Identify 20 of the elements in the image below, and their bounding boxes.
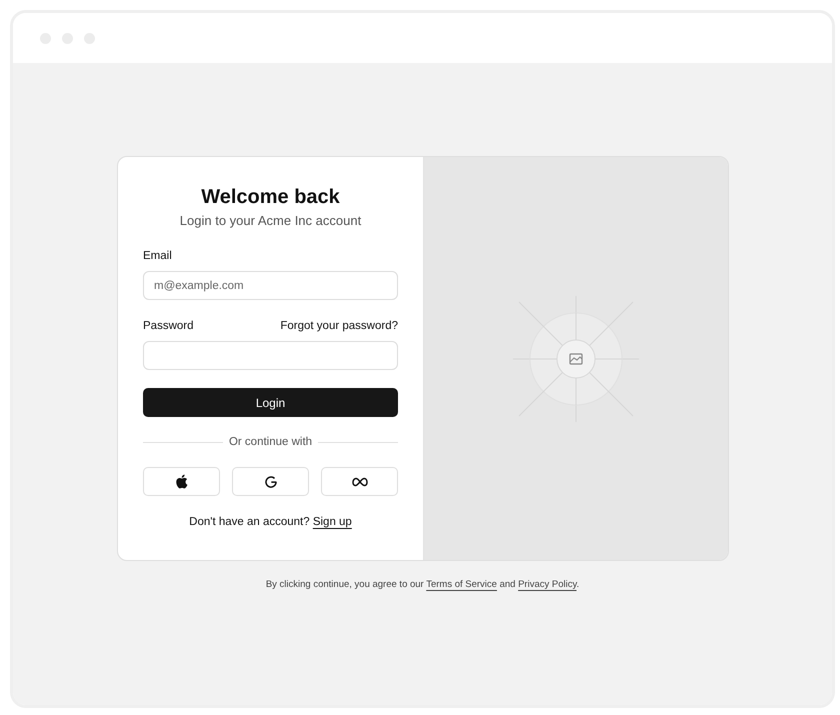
signup-prompt: Don't have an account? Sign up (188, 516, 353, 528)
google-icon (264, 474, 278, 488)
terms-of-service-link[interactable]: Terms of Service (426, 579, 497, 590)
sign-up-link[interactable]: Sign up (312, 516, 352, 528)
form-subtitle: Login to your Acme Inc account (178, 213, 362, 228)
login-button[interactable]: Login (143, 388, 398, 417)
terms-notice: By clicking continue, you agree to our Terms of Service and Privacy Policy. (266, 579, 580, 590)
form-title: Welcome back (200, 185, 341, 209)
privacy-policy-link[interactable]: Privacy Policy (518, 579, 577, 590)
password-field[interactable] (143, 341, 398, 370)
meta-login-button[interactable] (321, 467, 398, 496)
password-label: Password (143, 320, 194, 332)
infinity-icon (352, 476, 368, 486)
forgot-password-link[interactable]: Forgot your password? (280, 320, 398, 332)
google-login-button[interactable] (232, 467, 309, 496)
apple-login-button[interactable] (143, 467, 220, 496)
email-field[interactable]: m@example.com (143, 271, 398, 300)
divider-text: Or continue with (228, 436, 312, 448)
email-label: Email (143, 250, 173, 262)
apple-icon (175, 474, 188, 489)
